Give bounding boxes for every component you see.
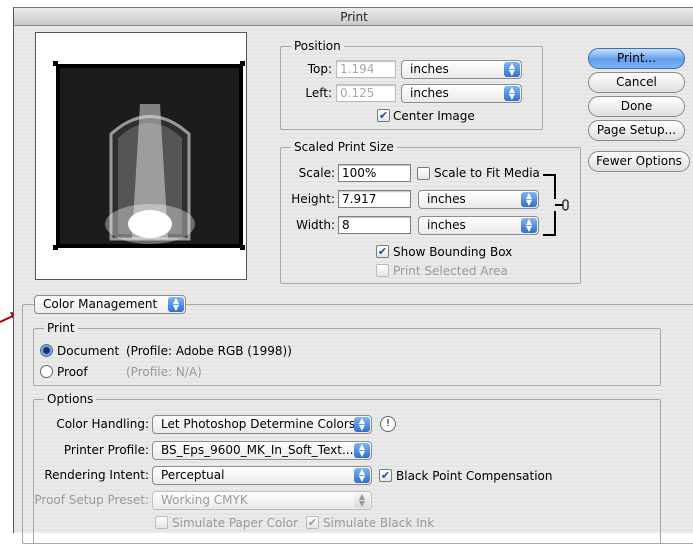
position-group: Position Top: 1.194 inches ▲ ▼ Left: 0.125… [280, 39, 543, 130]
rendering-intent-value: Perceptual [161, 468, 225, 482]
chevron-updown-icon: ▲ ▼ [354, 468, 370, 483]
rendering-intent-select[interactable]: Perceptual ▲ ▼ [152, 466, 372, 485]
center-image-label: Center Image [393, 109, 475, 123]
print-selected-area-checkbox[interactable] [376, 264, 389, 277]
center-image-checkbox[interactable]: ✔ [377, 109, 390, 122]
height-unit-select[interactable]: inches ▲ ▼ [418, 190, 539, 209]
document-radio[interactable] [40, 344, 53, 357]
position-legend: Position [291, 39, 344, 53]
top-field[interactable]: 1.194 [336, 60, 396, 78]
width-unit-value: inches [427, 218, 466, 232]
print-button[interactable]: Print... [588, 48, 685, 69]
window-title: Print [14, 8, 693, 26]
left-unit-value: inches [410, 86, 449, 100]
photo-preview-art [56, 64, 243, 248]
simulate-ink-checkbox[interactable]: ✔ [306, 516, 319, 529]
proof-radio[interactable] [40, 365, 53, 378]
chevron-updown-icon: ▲ ▼ [504, 86, 520, 101]
height-field[interactable]: 7.917 [338, 190, 411, 208]
bounding-handle[interactable] [240, 61, 245, 66]
left-label: Left: [305, 86, 332, 100]
width-unit-select[interactable]: inches ▲ ▼ [418, 216, 539, 235]
proof-profile: (Profile: N/A) [126, 365, 202, 379]
cancel-button[interactable]: Cancel [588, 72, 685, 93]
page-setup-button[interactable]: Page Setup... [588, 120, 685, 141]
scale-field[interactable]: 100% [338, 164, 411, 182]
left-unit-select[interactable]: inches ▲ ▼ [401, 84, 522, 103]
chevron-updown-icon: ▲ ▼ [354, 493, 370, 508]
chevron-updown-icon: ▲ ▼ [168, 297, 184, 312]
rendering-intent-label: Rendering Intent: [44, 468, 149, 482]
document-label: Document [57, 344, 120, 358]
color-handling-value: Let Photoshop Determine Colors [161, 417, 356, 431]
top-unit-select[interactable]: inches ▲ ▼ [401, 60, 522, 79]
proof-setup-value: Working CMYK [161, 493, 248, 507]
scaled-print-size-legend: Scaled Print Size [291, 140, 397, 154]
chevron-updown-icon: ▲ ▼ [521, 218, 537, 233]
color-handling-select[interactable]: Let Photoshop Determine Colors ▲ ▼ [152, 415, 372, 434]
bounding-handle[interactable] [53, 245, 58, 250]
scale-label: Scale: [298, 166, 335, 180]
show-bounding-box-checkbox[interactable]: ✔ [376, 245, 389, 258]
scaled-print-size-group: Scaled Print Size Scale: 100% Scale to F… [280, 140, 581, 284]
top-label: Top: [307, 62, 332, 76]
link-bracket-icon[interactable] [541, 174, 571, 236]
simulate-ink-label: Simulate Black Ink [323, 516, 435, 530]
color-handling-label: Color Handling: [56, 417, 149, 431]
black-point-label: Black Point Compensation [396, 469, 553, 483]
color-management-value: Color Management [43, 297, 158, 311]
simulate-paper-label: Simulate Paper Color [172, 516, 298, 530]
left-field[interactable]: 0.125 [336, 84, 396, 102]
info-icon[interactable]: ! [380, 416, 396, 432]
document-profile: (Profile: Adobe RGB (1998)) [126, 344, 292, 358]
color-management-select[interactable]: Color Management ▲ ▼ [34, 295, 186, 314]
proof-label: Proof [57, 365, 88, 379]
proof-setup-label: Proof Setup Preset: [34, 493, 149, 507]
proof-setup-select[interactable]: Working CMYK ▲ ▼ [152, 491, 372, 510]
options-group: Options Color Handling: Let Photoshop De… [33, 392, 661, 544]
print-dialog: Print Position Top: 1.194 inches ▲ ▼ Left:… [13, 7, 693, 544]
chevron-updown-icon: ▲ ▼ [504, 62, 520, 77]
height-label: Height: [291, 192, 335, 206]
printer-profile-label: Printer Profile: [63, 443, 149, 457]
scale-to-fit-checkbox[interactable] [417, 167, 430, 180]
top-unit-value: inches [410, 62, 449, 76]
fewer-options-button[interactable]: Fewer Options [588, 151, 690, 172]
height-unit-value: inches [427, 192, 466, 206]
black-point-checkbox[interactable]: ✔ [379, 469, 392, 482]
simulate-paper-checkbox[interactable] [155, 516, 168, 529]
width-field[interactable]: 8 [338, 216, 411, 234]
bounding-handle[interactable] [53, 61, 58, 66]
chevron-updown-icon: ▲ ▼ [354, 443, 370, 458]
show-bounding-box-label: Show Bounding Box [393, 245, 513, 259]
options-legend: Options [44, 392, 97, 406]
bounding-handle[interactable] [240, 245, 245, 250]
print-selected-area-label: Print Selected Area [393, 264, 508, 278]
chevron-updown-icon: ▲ ▼ [521, 192, 537, 207]
done-button[interactable]: Done [588, 96, 685, 117]
printer-profile-select[interactable]: BS_Eps_9600_MK_In_Soft_Text... ▲ ▼ [152, 441, 372, 460]
print-source-legend: Print [44, 321, 78, 335]
width-label: Width: [296, 218, 335, 232]
chevron-updown-icon: ▲ ▼ [354, 417, 370, 432]
print-preview [35, 32, 247, 280]
printer-profile-value: BS_Eps_9600_MK_In_Soft_Text... [161, 443, 354, 457]
scale-to-fit-label: Scale to Fit Media [434, 166, 540, 180]
print-source-group: Print Document (Profile: Adobe RGB (1998… [33, 321, 661, 386]
